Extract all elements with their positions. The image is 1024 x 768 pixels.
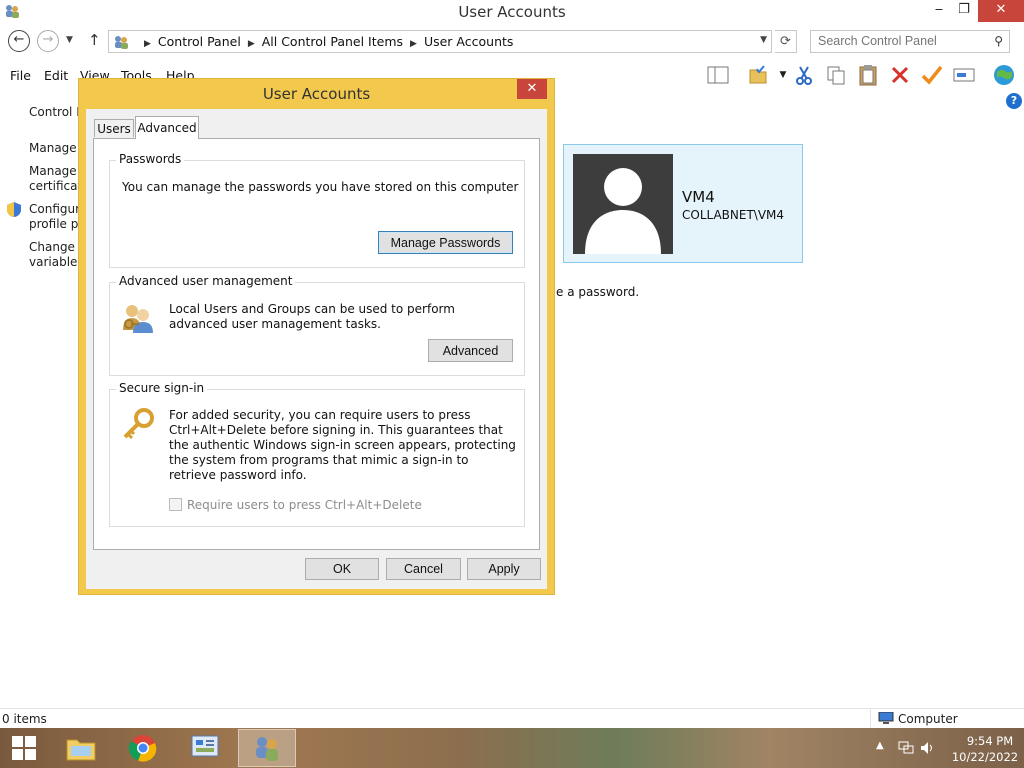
change-environment-variables-link[interactable]: Change r variables bbox=[29, 240, 84, 270]
secure-signin-description: For added security, you can require user… bbox=[169, 408, 516, 482]
volume-icon[interactable] bbox=[920, 741, 936, 755]
avatar bbox=[573, 154, 673, 254]
user-domain: COLLABNET\VM4 bbox=[682, 208, 785, 222]
users-and-groups-icon bbox=[123, 305, 153, 333]
require-ctrl-alt-delete-label[interactable]: Require users to press Ctrl+Alt+Delete bbox=[187, 498, 422, 512]
properties-check-icon[interactable] bbox=[919, 62, 945, 88]
require-ctrl-alt-delete-row[interactable]: Require users to press Ctrl+Alt+Delete bbox=[169, 498, 422, 512]
network-icon[interactable] bbox=[898, 741, 914, 755]
clock-date[interactable]: 10/22/2022 bbox=[950, 750, 1020, 764]
require-ctrl-alt-delete-checkbox[interactable] bbox=[169, 498, 182, 511]
up-button[interactable]: ↑ bbox=[88, 31, 101, 49]
user-name: VM4 bbox=[682, 188, 715, 206]
status-location: Computer bbox=[870, 709, 1024, 729]
user-accounts-dialog: User Accounts ✕ Users Advanced Passwords… bbox=[78, 78, 555, 595]
secure-signin-title: Secure sign-in bbox=[116, 381, 208, 395]
cancel-button[interactable]: Cancel bbox=[386, 558, 461, 580]
folder-check-icon[interactable] bbox=[745, 62, 771, 88]
start-button[interactable] bbox=[0, 728, 48, 768]
windows-logo-icon bbox=[12, 736, 36, 760]
passwords-description: You can manage the passwords you have st… bbox=[122, 180, 519, 194]
chrome-icon bbox=[128, 735, 157, 762]
apply-button[interactable]: Apply bbox=[467, 558, 541, 580]
chevron-right-icon[interactable]: ▶ bbox=[410, 39, 417, 49]
passwords-group: Passwords You can manage the passwords y… bbox=[109, 152, 525, 268]
taskbar: ▲ 9:54 PM 10/22/2022 bbox=[0, 728, 1024, 768]
layout-pane-icon[interactable] bbox=[705, 62, 731, 88]
taskbar-control-panel[interactable] bbox=[176, 729, 234, 767]
breadcrumb-user-accounts[interactable]: User Accounts bbox=[424, 34, 513, 49]
help-icon[interactable]: ? bbox=[1006, 93, 1022, 109]
menu-edit[interactable]: Edit bbox=[44, 68, 68, 83]
taskbar-file-explorer[interactable] bbox=[52, 729, 110, 767]
status-item-count: 0 items bbox=[2, 712, 47, 726]
uac-shield-icon bbox=[7, 202, 21, 217]
dialog-close-button[interactable]: ✕ bbox=[517, 79, 547, 99]
status-bar: 0 items Computer bbox=[0, 708, 1024, 729]
advanced-user-management-description: Local Users and Groups can be used to pe… bbox=[169, 302, 455, 331]
globe-icon[interactable] bbox=[989, 62, 1019, 88]
user-accounts-icon bbox=[256, 737, 278, 761]
chevron-down-icon[interactable]: ▼ bbox=[760, 35, 767, 45]
tab-users[interactable]: Users bbox=[94, 119, 134, 137]
key-icon bbox=[123, 408, 154, 440]
control-panel-icon bbox=[115, 36, 128, 49]
user-card[interactable]: VM4 COLLABNET\VM4 bbox=[563, 144, 803, 263]
dialog-body: Users Advanced Passwords You can manage … bbox=[86, 109, 547, 589]
manage-passwords-button[interactable]: Manage Passwords bbox=[378, 231, 513, 254]
user-silhouette-icon bbox=[585, 168, 661, 254]
address-bar[interactable]: ▶ Control Panel ▶ All Control Panel Items ▶ U… bbox=[108, 30, 772, 53]
search-box[interactable]: ⚲ bbox=[810, 30, 1010, 53]
rename-icon[interactable] bbox=[951, 62, 977, 88]
tab-advanced[interactable]: Advanced bbox=[135, 116, 199, 139]
advanced-button[interactable]: Advanced bbox=[428, 339, 513, 362]
control-panel-icon bbox=[191, 735, 219, 757]
control-panel-home-link[interactable]: Control P bbox=[29, 105, 83, 120]
address-row: ← → ▼ ↑ ▶ Control Panel ▶ All Control Panel… bbox=[0, 26, 1024, 56]
advanced-user-management-group: Advanced user management Local Users and… bbox=[109, 274, 525, 376]
dialog-title: User Accounts bbox=[262, 85, 371, 103]
window-titlebar: User Accounts ‒ ❐ ✕ bbox=[0, 0, 1024, 24]
refresh-button[interactable]: ⟳ bbox=[775, 30, 797, 53]
breadcrumb-control-panel[interactable]: Control Panel bbox=[158, 34, 241, 49]
maximize-button[interactable]: ❐ bbox=[951, 0, 977, 22]
copy-icon[interactable] bbox=[823, 62, 849, 88]
show-hidden-icons[interactable]: ▲ bbox=[876, 740, 884, 751]
secure-signin-group: Secure sign-in For added security, you c… bbox=[109, 381, 525, 527]
status-location-label: Computer bbox=[898, 712, 958, 726]
cut-icon[interactable] bbox=[791, 62, 817, 88]
passwords-group-title: Passwords bbox=[116, 152, 185, 166]
breadcrumb: ▶ Control Panel ▶ All Control Panel Items ▶ U… bbox=[137, 34, 513, 49]
folder-icon bbox=[66, 739, 96, 761]
advanced-user-management-title: Advanced user management bbox=[116, 274, 296, 288]
breadcrumb-all-items[interactable]: All Control Panel Items bbox=[262, 34, 403, 49]
taskbar-chrome[interactable] bbox=[114, 729, 172, 767]
ok-button[interactable]: OK bbox=[305, 558, 379, 580]
delete-icon[interactable] bbox=[887, 62, 913, 88]
clock-time[interactable]: 9:54 PM bbox=[960, 734, 1020, 748]
forward-button[interactable]: → bbox=[37, 30, 59, 52]
window-title: User Accounts bbox=[458, 3, 566, 21]
minimize-button[interactable]: ‒ bbox=[926, 0, 952, 22]
chevron-right-icon[interactable]: ▶ bbox=[144, 39, 151, 49]
advanced-tab-page: Passwords You can manage the passwords y… bbox=[93, 138, 540, 550]
menu-file[interactable]: File bbox=[10, 68, 31, 83]
chevron-right-icon[interactable]: ▶ bbox=[248, 39, 255, 49]
back-button[interactable]: ← bbox=[8, 30, 30, 52]
computer-icon bbox=[878, 712, 894, 724]
recent-locations-dropdown[interactable]: ▼ bbox=[66, 35, 73, 45]
taskbar-user-accounts[interactable] bbox=[238, 729, 296, 767]
background-password-text: e a password. bbox=[556, 285, 640, 299]
search-input[interactable] bbox=[811, 31, 981, 51]
search-icon[interactable]: ⚲ bbox=[994, 34, 1003, 48]
close-button[interactable]: ✕ bbox=[978, 0, 1024, 22]
paste-icon[interactable] bbox=[855, 62, 881, 88]
